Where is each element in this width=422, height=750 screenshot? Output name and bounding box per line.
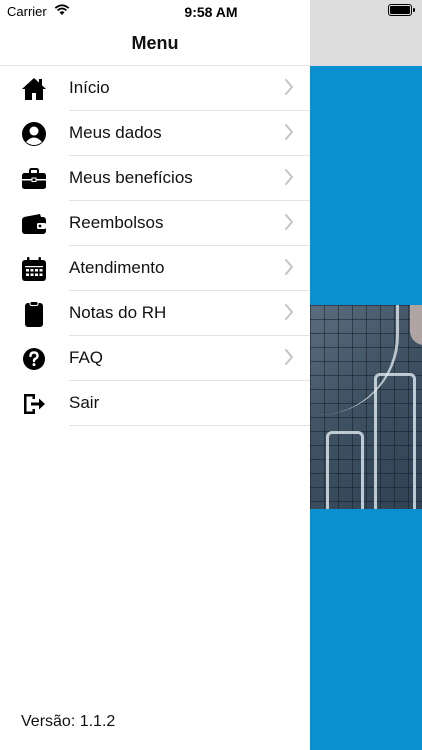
menu-item-atendimento[interactable]: Atendimento [0, 246, 310, 291]
menu-item-label: Início [69, 78, 110, 97]
wallet-icon [22, 214, 46, 234]
banner-image [310, 305, 422, 509]
menu-item-label: Meus benefícios [69, 168, 193, 187]
menu-title: Menu [131, 33, 179, 53]
app-version: Versão: 1.1.2 [21, 713, 116, 730]
briefcase-icon [22, 168, 46, 189]
background-content[interactable] [310, 0, 422, 750]
menu-item-meus-dados[interactable]: Meus dados [0, 111, 310, 156]
chevron-right-icon [285, 304, 293, 320]
status-time: 9:58 AM [184, 4, 238, 20]
menu-item-label: Meus dados [69, 123, 162, 142]
menu-item-sair[interactable]: Sair [0, 381, 310, 426]
chevron-right-icon [285, 79, 293, 95]
side-drawer: Menu Início Meus dados Meus benefícios R… [0, 0, 310, 750]
user-circle-icon [22, 122, 46, 146]
chevron-right-icon [285, 259, 293, 275]
menu-list: Início Meus dados Meus benefícios Reembo… [0, 66, 310, 426]
menu-item-inicio[interactable]: Início [0, 66, 310, 111]
menu-item-faq[interactable]: FAQ [0, 336, 310, 381]
chevron-right-icon [285, 124, 293, 140]
menu-item-meus-beneficios[interactable]: Meus benefícios [0, 156, 310, 201]
menu-item-label: Sair [69, 393, 100, 412]
calendar-icon [22, 257, 46, 281]
clipboard-icon [25, 301, 43, 327]
menu-item-label: Reembolsos [69, 213, 164, 232]
menu-item-label: FAQ [69, 348, 104, 367]
status-bar: Carrier 9:58 AM [0, 0, 422, 22]
chevron-right-icon [285, 214, 293, 230]
question-circle-icon [23, 348, 45, 370]
battery-icon [388, 4, 415, 16]
sign-out-icon [24, 394, 45, 414]
chevron-right-icon [285, 169, 293, 185]
chevron-right-icon [285, 349, 293, 365]
home-icon [22, 78, 46, 100]
menu-item-label: Atendimento [69, 258, 165, 277]
menu-item-notas-do-rh[interactable]: Notas do RH [0, 291, 310, 336]
menu-item-reembolsos[interactable]: Reembolsos [0, 201, 310, 246]
menu-item-label: Notas do RH [69, 303, 167, 322]
